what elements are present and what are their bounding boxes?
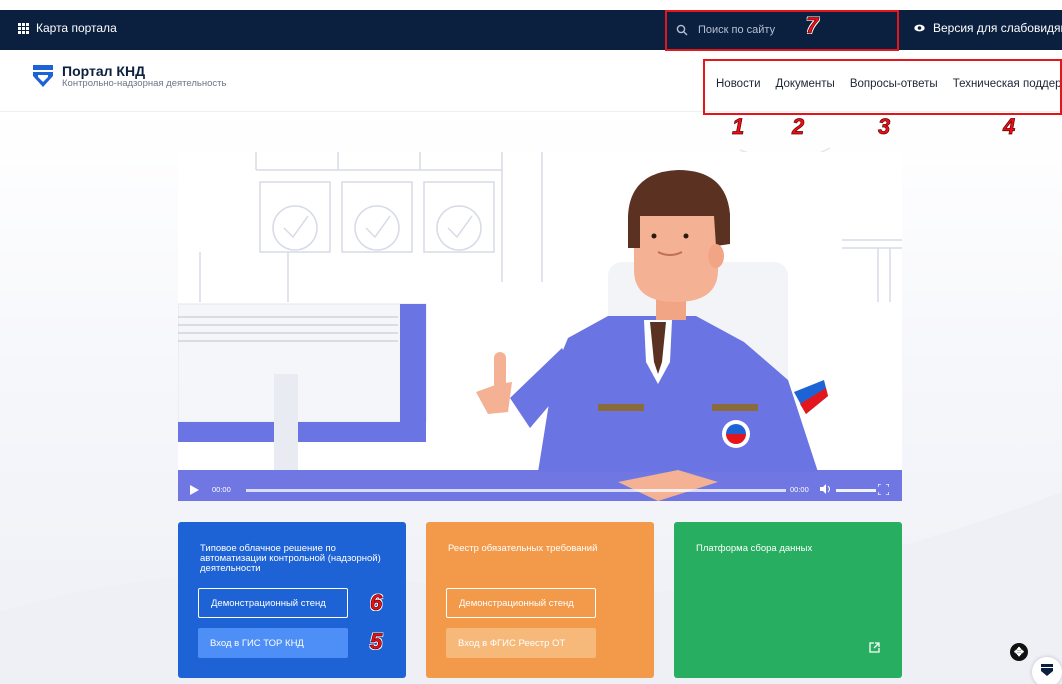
video-illustration [178, 152, 902, 501]
site-header: Портал КНД Контрольно-надзорная деятельн… [0, 50, 1062, 112]
card-requirements-registry: Реестр обязательных требований Демонстра… [426, 522, 654, 678]
volume-icon[interactable] [820, 484, 832, 496]
card-title: Платформа сбора данных [696, 543, 813, 554]
demo-stand-button[interactable]: Демонстрационный стенд [198, 588, 348, 618]
nav-support[interactable]: Техническая поддержка [953, 78, 1062, 90]
low-vision-link[interactable]: Версия для слабовидящих [914, 21, 1062, 35]
search-input[interactable] [698, 24, 798, 36]
shield-logo-icon [32, 64, 54, 93]
play-icon[interactable] [190, 484, 199, 497]
nav-news[interactable]: Новости [716, 78, 761, 90]
progress-track[interactable] [246, 489, 786, 492]
nav-faq[interactable]: Вопросы-ответы [850, 78, 938, 90]
eye-icon [914, 21, 925, 35]
annotation-7: 7 [806, 13, 819, 39]
annotation-2: 2 [792, 114, 805, 140]
top-bar: Карта портала Версия для слабовидящих [0, 10, 1062, 50]
logo-subtitle: Контрольно-надзорная деятельность [62, 78, 227, 89]
portal-logo[interactable]: Портал КНД Контрольно-надзорная деятельн… [32, 64, 226, 93]
demo-stand-button[interactable]: Демонстрационный стенд [446, 588, 596, 618]
portal-map-label: Карта портала [36, 21, 117, 35]
shield-chat-icon [1040, 663, 1054, 682]
logo-title: Портал КНД [62, 63, 146, 79]
volume-slider[interactable] [836, 489, 876, 492]
search-icon[interactable] [676, 24, 688, 36]
low-vision-label: Версия для слабовидящих [933, 21, 1062, 35]
duration-time: 00:00 [790, 485, 809, 494]
fullscreen-icon[interactable] [877, 483, 890, 497]
grid-icon [18, 22, 29, 34]
nav-documents[interactable]: Документы [776, 78, 835, 90]
support-chat-button[interactable] [1032, 657, 1062, 684]
external-link-icon[interactable] [869, 640, 880, 658]
annotation-1: 1 [732, 114, 745, 140]
annotation-4: 4 [1003, 114, 1016, 140]
card-title: Типовое облачное решение по автоматизаци… [200, 543, 381, 574]
card-data-platform[interactable]: Платформа сбора данных [674, 522, 902, 678]
video-controls: 00:00 00:00 [178, 480, 902, 501]
portal-map-link[interactable]: Карта портала [18, 21, 117, 35]
site-search [666, 10, 898, 50]
promo-video[interactable] [178, 152, 902, 501]
card-title: Реестр обязательных требований [448, 543, 598, 554]
current-time: 00:00 [212, 485, 231, 494]
fgis-registry-login-button[interactable]: Вход в ФГИС Реестр ОТ [446, 628, 596, 658]
annotation-6: 6 [370, 590, 383, 616]
main-nav: Новости Документы Вопросы-ответы Техниче… [716, 78, 1062, 90]
annotation-5: 5 [370, 629, 383, 655]
gis-tor-login-button[interactable]: Вход в ГИС ТОР КНД [198, 628, 348, 658]
move-icon[interactable]: ✥ [1010, 643, 1028, 661]
annotation-3: 3 [878, 114, 891, 140]
